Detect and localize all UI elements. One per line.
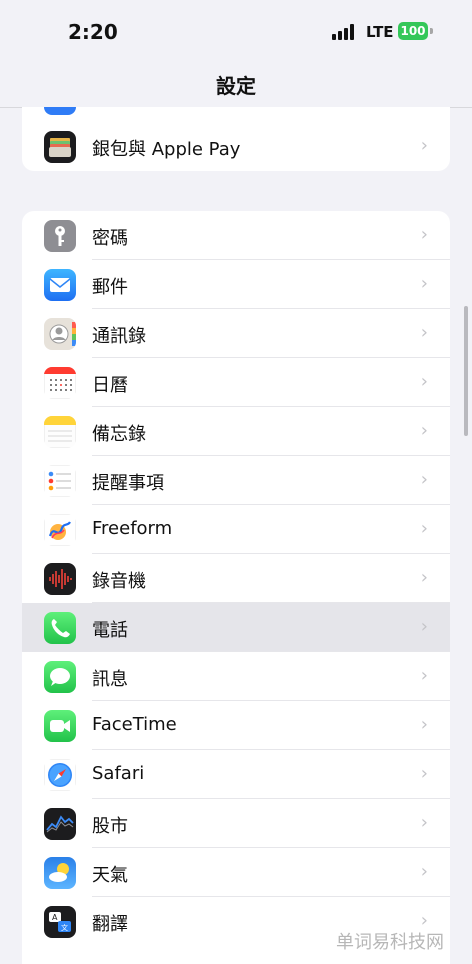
chevron-right-icon: › bbox=[420, 135, 428, 156]
chevron-right-icon: › bbox=[420, 812, 428, 833]
calendar-icon bbox=[44, 367, 76, 399]
settings-group-apps: 密碼 › 郵件 › 通訊錄 › 日曆 › 備忘錄 › 提醒事項 › Freefo… bbox=[22, 211, 450, 964]
settings-row-reminders[interactable]: 提醒事項 › bbox=[22, 456, 450, 505]
chevron-right-icon: › bbox=[420, 224, 428, 245]
chevron-right-icon: › bbox=[420, 616, 428, 637]
scroll-indicator[interactable] bbox=[464, 306, 468, 436]
network-type: LTE bbox=[366, 23, 394, 41]
settings-row-safari[interactable]: Safari › bbox=[22, 750, 450, 799]
phone-icon bbox=[44, 612, 76, 644]
messages-icon bbox=[44, 661, 76, 693]
settings-row-contacts[interactable]: 通訊錄 › bbox=[22, 309, 450, 358]
chevron-right-icon: › bbox=[420, 273, 428, 294]
cellular-signal-icon bbox=[332, 24, 356, 40]
chevron-right-icon: › bbox=[420, 714, 428, 735]
settings-row-messages[interactable]: 訊息 › bbox=[22, 652, 450, 701]
settings-row-label: 電話 bbox=[92, 620, 128, 641]
partial-settings-icon bbox=[44, 107, 76, 115]
settings-row-label: 郵件 bbox=[92, 277, 128, 298]
translate-icon: A 文 bbox=[44, 906, 76, 938]
stocks-icon bbox=[44, 808, 76, 840]
freeform-icon bbox=[44, 514, 76, 546]
settings-row-label: 備忘錄 bbox=[92, 424, 146, 445]
settings-row-label: 銀包與 Apple Pay bbox=[92, 139, 241, 160]
settings-row-label: 日曆 bbox=[92, 375, 128, 396]
settings-row-label: 密碼 bbox=[92, 228, 128, 249]
chevron-right-icon: › bbox=[420, 322, 428, 343]
battery-icon: 100 bbox=[398, 22, 428, 40]
status-bar: 2:20 LTE 100 bbox=[0, 0, 472, 62]
settings-row-stocks[interactable]: 股市 › bbox=[22, 799, 450, 848]
safari-icon bbox=[44, 759, 76, 791]
settings-row-label: 通訊錄 bbox=[92, 326, 146, 347]
settings-row-wallet[interactable]: 銀包與 Apple Pay › bbox=[22, 122, 450, 171]
chevron-right-icon: › bbox=[420, 861, 428, 882]
chevron-right-icon: › bbox=[420, 420, 428, 441]
voice-memos-icon bbox=[44, 563, 76, 595]
settings-row-freeform[interactable]: Freeform › bbox=[22, 505, 450, 554]
svg-text:文: 文 bbox=[61, 923, 68, 932]
watermark: 单词易科技网 bbox=[336, 932, 444, 953]
notes-icon bbox=[44, 416, 76, 448]
chevron-right-icon: › bbox=[420, 518, 428, 539]
mail-icon bbox=[44, 269, 76, 301]
reminders-icon bbox=[44, 465, 76, 497]
settings-row-passwords[interactable]: 密碼 › bbox=[22, 211, 450, 260]
page-title: 設定 bbox=[216, 74, 256, 98]
facetime-icon bbox=[44, 710, 76, 742]
settings-row-label: Freeform bbox=[92, 518, 173, 539]
weather-icon bbox=[44, 857, 76, 889]
chevron-right-icon: › bbox=[420, 665, 428, 686]
chevron-right-icon: › bbox=[420, 469, 428, 490]
svg-text:A: A bbox=[52, 913, 58, 922]
settings-row-phone[interactable]: 電話 › bbox=[22, 603, 450, 652]
settings-row-label: FaceTime bbox=[92, 714, 177, 735]
settings-row-notes[interactable]: 備忘錄 › bbox=[22, 407, 450, 456]
settings-row-mail[interactable]: 郵件 › bbox=[22, 260, 450, 309]
wallet-icon bbox=[44, 131, 76, 163]
settings-row-weather[interactable]: 天氣 › bbox=[22, 848, 450, 897]
settings-row-label: 翻譯 bbox=[92, 914, 128, 935]
settings-row-facetime[interactable]: FaceTime › bbox=[22, 701, 450, 750]
status-time: 2:20 bbox=[68, 20, 118, 44]
settings-row-label: 訊息 bbox=[92, 669, 128, 690]
settings-row-label: 股市 bbox=[92, 816, 128, 837]
contacts-icon bbox=[44, 318, 76, 350]
settings-row-label: 錄音機 bbox=[92, 571, 146, 592]
chevron-right-icon: › bbox=[420, 371, 428, 392]
settings-row-voice-memos[interactable]: 錄音機 › bbox=[22, 554, 450, 603]
settings-row-label: 提醒事項 bbox=[92, 473, 164, 494]
settings-group-top: 銀包與 Apple Pay › bbox=[22, 107, 450, 171]
key-icon bbox=[44, 220, 76, 252]
chevron-right-icon: › bbox=[420, 763, 428, 784]
settings-row-calendar[interactable]: 日曆 › bbox=[22, 358, 450, 407]
settings-row-label: 天氣 bbox=[92, 865, 128, 886]
battery-tip bbox=[430, 28, 433, 34]
settings-row-label: Safari bbox=[92, 763, 145, 784]
chevron-right-icon: › bbox=[420, 567, 428, 588]
